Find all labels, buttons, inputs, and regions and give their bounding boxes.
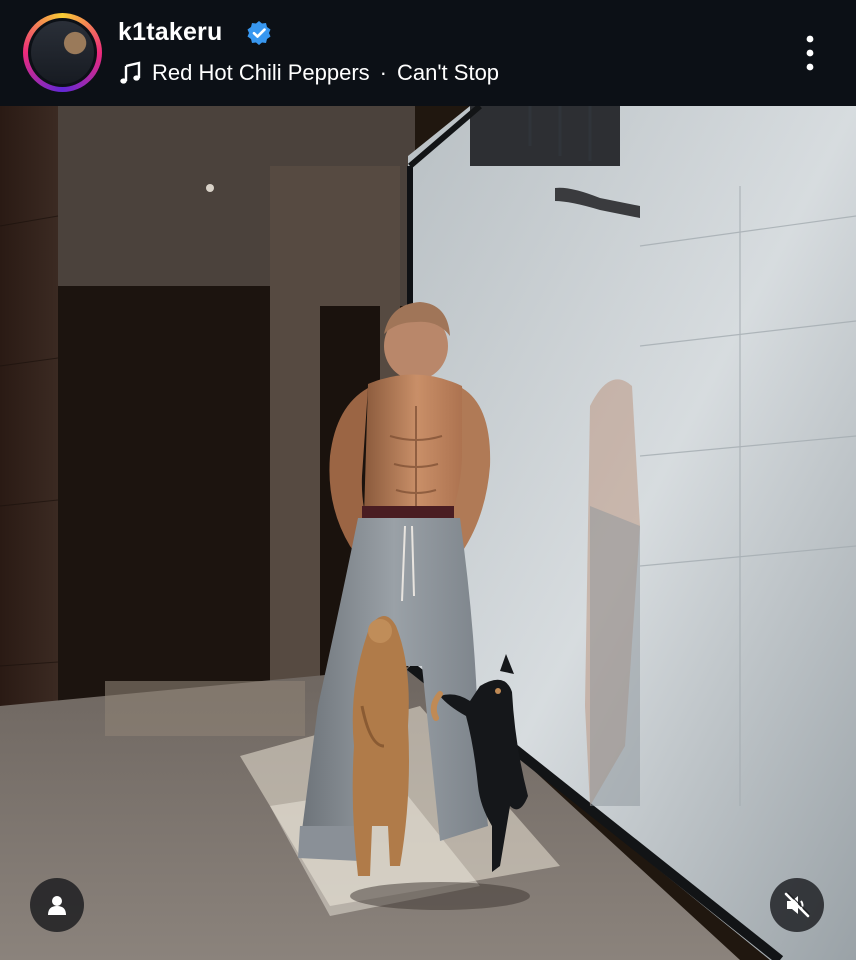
music-separator: · xyxy=(379,60,387,85)
muted-audio-icon xyxy=(784,892,810,918)
music-note-icon xyxy=(120,61,141,84)
verified-badge-icon xyxy=(247,21,271,45)
instagram-post: k1takeru Red Hot Chili Peppers · Can't S… xyxy=(0,0,856,960)
mute-toggle-button[interactable] xyxy=(770,878,824,932)
user-tag-button[interactable] xyxy=(30,878,84,932)
music-song: Can't Stop xyxy=(397,60,500,85)
music-attribution[interactable]: Red Hot Chili Peppers · Can't Stop xyxy=(118,60,499,86)
story-ring[interactable] xyxy=(23,13,102,92)
more-options-icon[interactable] xyxy=(800,34,820,72)
avatar-image xyxy=(31,21,94,84)
user-tag-icon xyxy=(48,896,66,915)
music-artist: Red Hot Chili Peppers xyxy=(152,60,370,85)
post-header: k1takeru Red Hot Chili Peppers · Can't S… xyxy=(0,0,856,106)
username[interactable]: k1takeru xyxy=(118,18,222,47)
avatar[interactable] xyxy=(28,18,97,87)
photo-illustration xyxy=(0,106,856,960)
post-photo[interactable] xyxy=(0,106,856,960)
